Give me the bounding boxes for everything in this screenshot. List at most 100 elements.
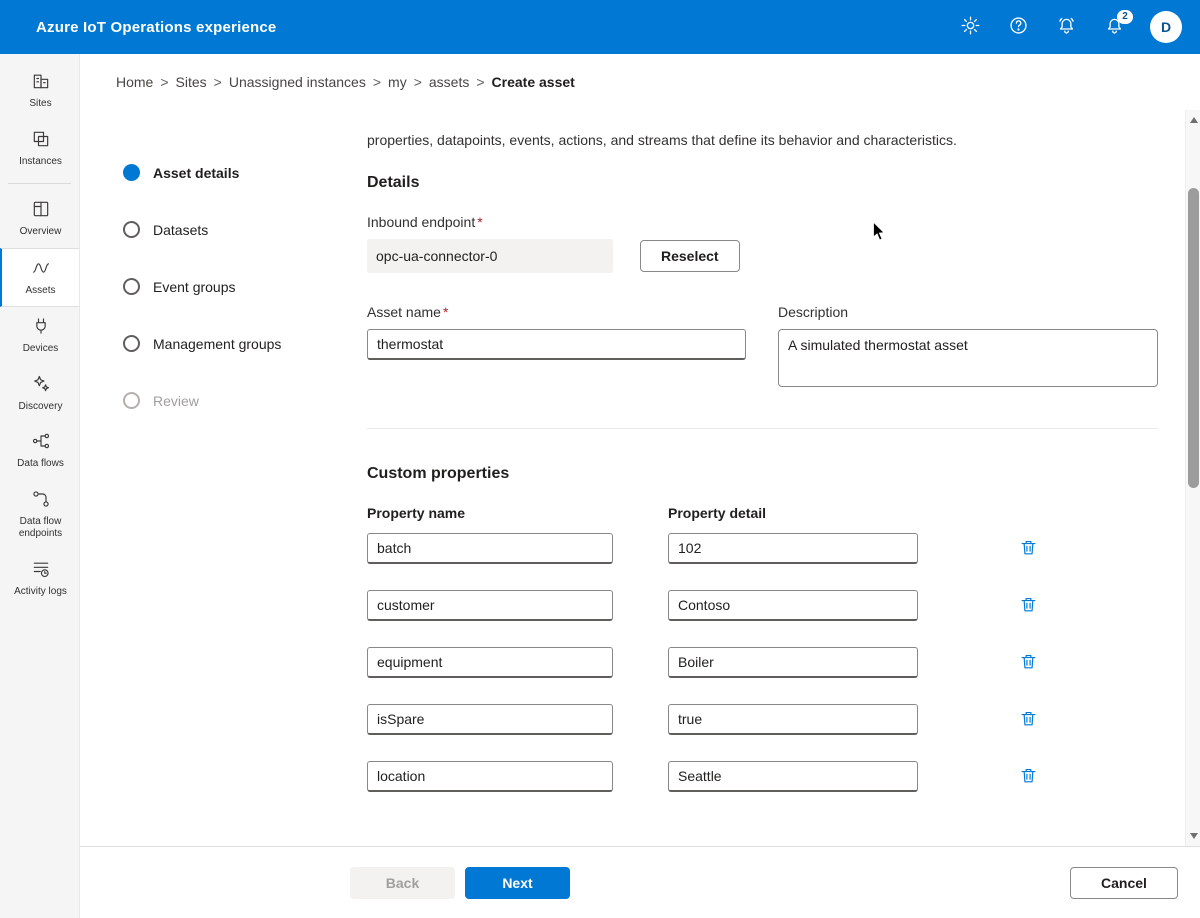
delete-property-button[interactable] (1015, 536, 1041, 562)
rail-item-label: Sites (29, 98, 52, 109)
property-name-input[interactable] (367, 533, 613, 564)
rail-item-discovery[interactable]: Discovery (0, 365, 79, 423)
devices-icon (31, 316, 51, 339)
app-title: Azure IoT Operations experience (36, 18, 277, 36)
scrollbar-down-arrow[interactable] (1186, 828, 1200, 844)
step-asset-details[interactable]: Asset details (123, 144, 327, 201)
step-management-groups[interactable]: Management groups (123, 315, 327, 372)
property-detail-input[interactable] (668, 761, 918, 792)
data-flow-endpoints-icon (31, 489, 51, 512)
breadcrumb-unassigned-instances[interactable]: Unassigned instances (229, 74, 366, 90)
delete-property-button[interactable] (1015, 707, 1041, 733)
rail-item-label: Overview (19, 226, 62, 237)
step-label: Management groups (153, 335, 282, 352)
step-datasets[interactable]: Datasets (123, 201, 327, 258)
intro-text: properties, datapoints, events, actions,… (367, 132, 957, 148)
delete-property-button[interactable] (1015, 593, 1041, 619)
rail-item-overview[interactable]: Overview (0, 190, 79, 248)
rail-item-data-flows[interactable]: Data flows (0, 422, 79, 480)
breadcrumb-assets[interactable]: assets (429, 74, 469, 90)
back-button[interactable]: Back (350, 866, 455, 899)
trash-icon (1019, 709, 1038, 731)
custom-properties-heading: Custom properties (367, 465, 510, 482)
property-name-input[interactable] (367, 647, 613, 678)
property-row (367, 761, 1159, 792)
rail-item-activity-logs[interactable]: Activity logs (0, 550, 79, 608)
rail-item-instances[interactable]: Instances (0, 120, 79, 178)
data-flows-icon (31, 431, 51, 454)
rail-item-label: Data flow endpoints (18, 515, 63, 540)
property-row (367, 704, 1159, 735)
property-name-input[interactable] (367, 761, 613, 792)
step-review[interactable]: Review (123, 372, 327, 429)
inbound-endpoint-label: Inbound endpoint * (367, 214, 1159, 230)
trash-icon (1019, 652, 1038, 674)
rail-item-assets[interactable]: Assets (0, 247, 79, 307)
breadcrumb-home[interactable]: Home (116, 74, 153, 90)
breadcrumb-separator: > (413, 74, 422, 90)
property-name-input[interactable] (367, 590, 613, 621)
required-marker: * (477, 214, 483, 230)
rail-item-label: Assets (25, 284, 56, 296)
delete-property-button[interactable] (1015, 764, 1041, 790)
asset-name-input[interactable] (367, 329, 746, 360)
app-window: Azure IoT Operations experience 2 D Site… (0, 0, 1200, 918)
property-detail-input[interactable] (668, 647, 918, 678)
breadcrumb-sites[interactable]: Sites (176, 74, 207, 90)
avatar[interactable]: D (1150, 11, 1182, 43)
property-name-column-header: Property name (367, 505, 466, 521)
sites-icon (31, 71, 51, 94)
rail-item-label: Instances (19, 155, 62, 167)
step-indicator (123, 278, 140, 295)
scrollbar-thumb[interactable] (1188, 188, 1199, 488)
breadcrumb: Home > Sites > Unassigned instances > my… (80, 54, 1200, 110)
next-button[interactable]: Next (465, 866, 570, 899)
property-detail-input[interactable] (668, 704, 918, 735)
breadcrumb-separator: > (160, 74, 169, 90)
property-name-input[interactable] (367, 704, 613, 735)
rail-item-label: Devices (22, 343, 59, 354)
rail-item-label: Activity logs (14, 585, 67, 597)
alarm-bell-icon (1056, 15, 1077, 39)
alert-button[interactable] (1046, 7, 1086, 47)
property-detail-input[interactable] (668, 590, 918, 621)
step-label: Review (153, 392, 199, 409)
gear-icon (960, 15, 981, 39)
reselect-button[interactable]: Reselect (640, 240, 740, 272)
overview-icon (31, 199, 51, 222)
wizard-footer: Back Next Cancel (80, 846, 1200, 918)
rail-item-devices[interactable]: Devices (0, 307, 79, 365)
step-indicator (123, 335, 140, 352)
avatar-initial: D (1160, 19, 1172, 35)
property-row (367, 647, 1159, 678)
step-label: Datasets (153, 221, 209, 238)
instances-icon (31, 129, 51, 152)
property-detail-input[interactable] (668, 533, 918, 564)
step-event-groups[interactable]: Event groups (123, 258, 327, 315)
trash-icon (1019, 538, 1038, 560)
asset-name-label: Asset name * (367, 304, 746, 320)
property-row (367, 533, 1159, 564)
description-textarea[interactable]: A simulated thermostat asset (778, 329, 1158, 387)
scrollbar-up-arrow[interactable] (1186, 112, 1200, 128)
rail-item-sites[interactable]: Sites (0, 62, 79, 120)
assets-icon (31, 258, 51, 281)
breadcrumb-separator: > (476, 74, 485, 90)
help-button[interactable] (998, 7, 1038, 47)
property-detail-column-header: Property detail (668, 505, 767, 521)
cancel-button[interactable]: Cancel (1070, 866, 1178, 899)
step-label: Event groups (153, 278, 236, 295)
rail-item-data-flow-endpoints[interactable]: Data flow endpoints (0, 480, 79, 550)
inbound-endpoint-input[interactable] (367, 239, 613, 273)
breadcrumb-my[interactable]: my (388, 74, 407, 90)
notifications-button[interactable]: 2 (1094, 7, 1134, 47)
delete-property-button[interactable] (1015, 650, 1041, 676)
description-label: Description (778, 304, 849, 320)
settings-button[interactable] (950, 7, 990, 47)
inbound-endpoint-label-text: Inbound endpoint (367, 214, 476, 230)
discovery-icon (31, 374, 51, 397)
breadcrumb-separator: > (372, 74, 382, 90)
section-divider (367, 428, 1158, 429)
step-indicator-filled (123, 164, 140, 181)
step-indicator (123, 392, 140, 409)
